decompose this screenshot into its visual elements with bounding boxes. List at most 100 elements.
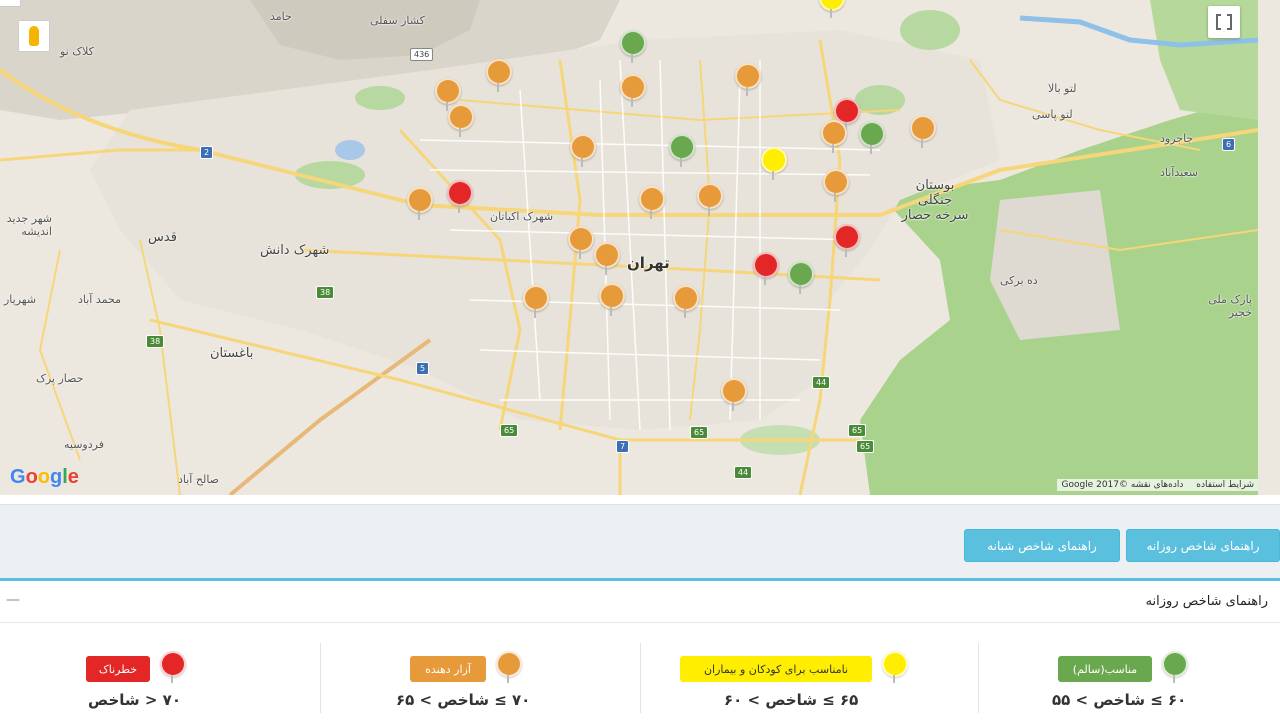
station-marker-moderate[interactable] (761, 147, 787, 180)
map-attribution[interactable]: شرایط استفاده داده‌های نقشه ©2017 Google (1057, 479, 1258, 491)
station-marker-dangerous[interactable] (834, 224, 860, 257)
map-label-jajrud: جاجرود (1160, 132, 1194, 145)
legend-dangerous-marker-icon (160, 651, 186, 683)
road-shield: 7 (616, 440, 630, 453)
road-shield: 65 (848, 424, 867, 437)
station-marker-unhealthy[interactable] (599, 283, 625, 316)
station-marker-unhealthy[interactable] (673, 285, 699, 318)
legend-dangerous-range: ۷۰ < شاخص (88, 691, 181, 709)
station-marker-good[interactable] (788, 261, 814, 294)
map-label-park-jangali: بوستان جنگلی سرخه حصار (901, 178, 969, 223)
legend-moderate-range: ۶۵ ≥ شاخص > ۶۰ (724, 691, 859, 709)
station-marker-unhealthy[interactable] (620, 74, 646, 107)
map-label-dehbarki: ده برکی (1000, 274, 1038, 287)
panel-divider (0, 578, 1280, 581)
legend-item-moderate: نامناسب برای کودکان و بیماران ۶۵ ≥ شاخص … (660, 623, 960, 720)
legend-item-good: مناسب(سالم) ۶۰ ≥ شاخص > ۵۵ (1000, 623, 1280, 720)
map-label-baghestan: باغستان (210, 346, 254, 361)
road-shield: 38 (146, 335, 165, 348)
map-label-ekbatan: شهرک اکباتان (490, 210, 554, 223)
map-label-ferdowsieh: فردوسیه (64, 438, 104, 451)
station-marker-unhealthy[interactable] (697, 183, 723, 216)
map-label-park-melli: پارک ملی خجیر (1208, 293, 1252, 319)
legend-good-marker-icon (1162, 651, 1188, 683)
map-label-andisheh: شهر جدید اندیشه (6, 212, 52, 238)
station-marker-unhealthy[interactable] (821, 120, 847, 153)
map-label-kanlsaali: کشار سفلی (370, 14, 425, 27)
legend-unhealthy-range: ۷۰ ≥ شاخص > ۶۵ (396, 691, 531, 709)
legend-separator (640, 643, 641, 713)
station-marker-unhealthy[interactable] (448, 104, 474, 137)
map-label-sebdan: سعیدآباد (1160, 166, 1198, 179)
daily-guide-button[interactable]: راهنمای شاخص روزانه (1126, 529, 1280, 562)
road-shield: 38 (316, 286, 335, 299)
legend-separator (320, 643, 321, 713)
map-label-tehran: تهران (627, 254, 670, 272)
map-label-shahriar: شهریار (4, 293, 37, 306)
guide-toolbar: راهنمای شاخص روزانه راهنمای شاخص شبانه (0, 504, 1280, 581)
google-logo-letter: o (37, 466, 50, 488)
legend-item-unhealthy: آزار دهنده ۷۰ ≥ شاخص > ۶۵ (340, 623, 620, 720)
google-logo-letter: e (67, 466, 79, 488)
legend-separator (978, 643, 979, 713)
google-logo-letter: o (25, 466, 38, 488)
road-shield: 2 (200, 146, 214, 159)
map-label-hesarak: حصار پرک (36, 372, 84, 385)
road-shield: 65 (500, 424, 519, 437)
station-marker-unhealthy[interactable] (486, 59, 512, 92)
map-label-salehabad: صالح آباد (178, 473, 220, 486)
legend-unhealthy-badge: آزار دهنده (410, 656, 486, 682)
road-shield: 65 (856, 440, 875, 453)
legend-good-range: ۶۰ ≥ شاخص > ۵۵ (1052, 691, 1187, 709)
station-marker-unhealthy[interactable] (823, 169, 849, 202)
pegman-icon[interactable] (18, 20, 50, 52)
station-marker-unhealthy[interactable] (594, 242, 620, 275)
station-marker-unhealthy[interactable] (435, 78, 461, 111)
station-marker-unhealthy[interactable] (407, 187, 433, 220)
station-marker-unhealthy[interactable] (735, 63, 761, 96)
road-shield: 5 (416, 362, 430, 375)
google-logo: Google (10, 466, 79, 489)
legend-moderate-marker-icon (882, 651, 908, 683)
collapse-icon[interactable]: — (6, 592, 20, 608)
aqi-legend: مناسب(سالم) ۶۰ ≥ شاخص > ۵۵ نامناسب برای … (0, 623, 1280, 720)
road-shield: 44 (734, 466, 753, 479)
map-label-qods: قدس (148, 230, 177, 245)
panel-title: راهنمای شاخص روزانه (1145, 594, 1268, 609)
station-marker-good[interactable] (859, 121, 885, 154)
air-quality-map[interactable]: تهران قدس شهرک دانش باغستان حصار پرک محم… (0, 0, 1280, 495)
station-marker-dangerous[interactable] (447, 180, 473, 213)
station-marker-good[interactable] (669, 134, 695, 167)
legend-item-dangerous: خطرناک ۷۰ < شاخص (20, 623, 300, 720)
station-marker-unhealthy[interactable] (523, 285, 549, 318)
map-terms-link[interactable]: شرایط استفاده (1196, 480, 1254, 490)
fullscreen-icon[interactable] (1208, 6, 1240, 38)
road-shield: 6 (1222, 138, 1236, 151)
map-label-kolak: کلاک نو (60, 45, 94, 58)
legend-unhealthy-marker-icon (496, 651, 522, 683)
station-marker-dangerous[interactable] (753, 252, 779, 285)
road-shield: 65 (690, 426, 709, 439)
station-marker-unhealthy[interactable] (721, 378, 747, 411)
hourly-guide-button[interactable]: راهنمای شاخص شبانه (964, 529, 1120, 562)
map-label-hamed: حامد (270, 10, 292, 23)
station-marker-good[interactable] (620, 30, 646, 63)
google-logo-letter: G (10, 466, 26, 488)
legend-good-badge: مناسب(سالم) (1058, 656, 1152, 682)
map-background (0, 0, 1259, 495)
map-label-loshan: لتو بالا (1048, 82, 1077, 95)
map-label-mohammadabad: محمد آباد (78, 293, 121, 306)
google-logo-letter: g (50, 466, 63, 488)
station-marker-unhealthy[interactable] (639, 186, 665, 219)
station-marker-unhealthy[interactable] (910, 115, 936, 148)
map-data-credit: داده‌های نقشه ©2017 Google (1061, 480, 1184, 490)
station-marker-unhealthy[interactable] (568, 226, 594, 259)
road-shield: 44 (812, 376, 831, 389)
legend-moderate-badge: نامناسب برای کودکان و بیماران (680, 656, 872, 682)
map-label-shahrdanesh: شهرک دانش (260, 243, 330, 258)
map-control-stub[interactable] (0, 0, 21, 7)
map-label-lashgarak: لتو پاسی (1032, 108, 1073, 121)
legend-dangerous-badge: خطرناک (86, 656, 150, 682)
road-shield: 436 (410, 48, 434, 61)
station-marker-unhealthy[interactable] (570, 134, 596, 167)
